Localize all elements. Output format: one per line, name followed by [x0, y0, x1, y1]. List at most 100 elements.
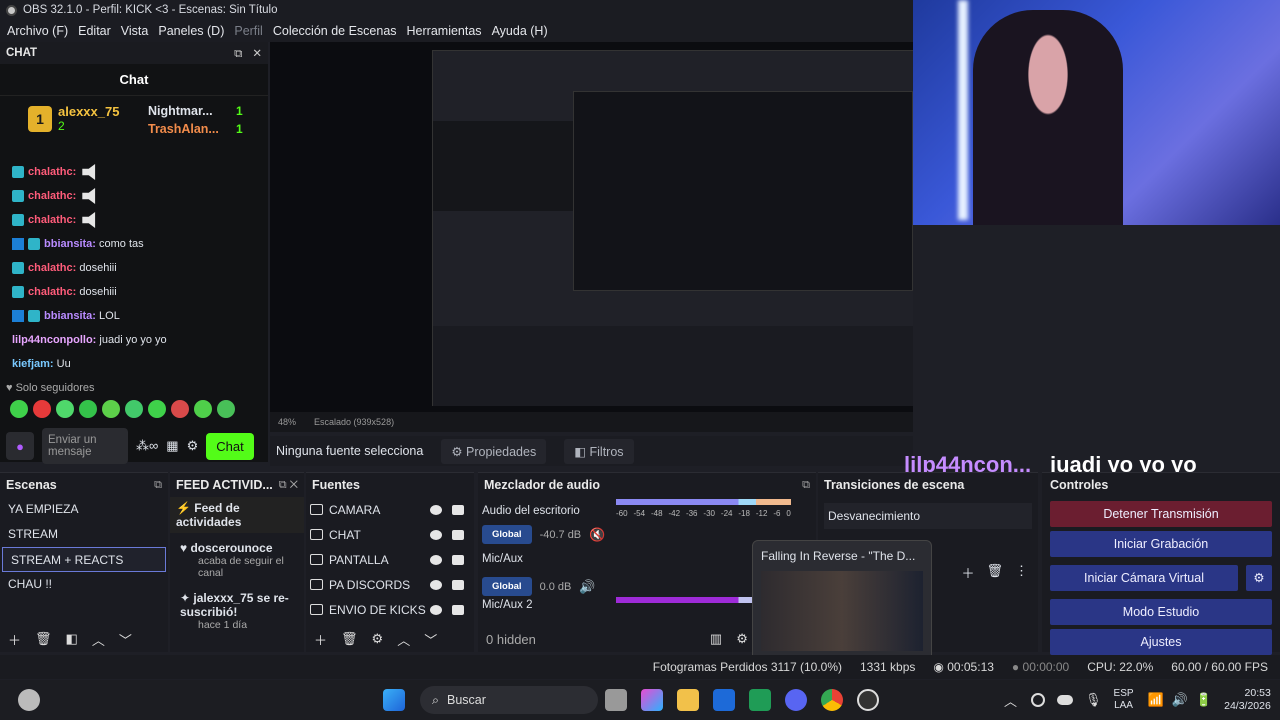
emote-icon[interactable]	[102, 400, 120, 418]
studio-mode-button[interactable]: Modo Estudio	[1050, 599, 1272, 625]
up-icon[interactable]: ︿	[397, 630, 410, 649]
language-indicator[interactable]: ESP LAA	[1114, 688, 1134, 712]
emote-icon[interactable]	[171, 400, 189, 418]
lock-icon[interactable]	[452, 604, 464, 615]
menu-paneles[interactable]: Paneles (D)	[153, 24, 229, 38]
source-item[interactable]: CAMARA	[306, 497, 474, 522]
mic-icon[interactable]: ●	[6, 432, 34, 460]
message-user[interactable]: bbiansita:	[44, 310, 96, 322]
menu-herramientas[interactable]: Herramientas	[402, 24, 487, 38]
windows-start-icon[interactable]	[383, 689, 405, 711]
menu-editar[interactable]: Editar	[73, 24, 116, 38]
settings-button[interactable]: Ajustes	[1050, 629, 1272, 655]
lock-icon[interactable]	[452, 504, 464, 515]
clock[interactable]: 20:53 24/3/2026	[1224, 687, 1271, 713]
float-icon[interactable]: ⧉	[154, 479, 162, 492]
store-icon[interactable]	[713, 689, 735, 711]
chrome-icon[interactable]	[821, 689, 843, 711]
tray-chevron-icon[interactable]: ︿	[1004, 691, 1017, 710]
eye-icon[interactable]	[430, 604, 442, 615]
message-user[interactable]: chalathc:	[28, 262, 76, 274]
obs-taskbar-icon[interactable]	[857, 689, 879, 711]
add-icon[interactable]: ＋	[961, 563, 974, 582]
tray-sync-icon[interactable]	[1031, 693, 1046, 707]
message-user[interactable]: chalathc:	[28, 166, 76, 178]
lock-icon[interactable]	[452, 529, 464, 540]
global-button[interactable]: Global	[482, 525, 532, 544]
gear-icon[interactable]: ⚙	[372, 631, 384, 647]
message-user[interactable]: chalathc:	[28, 286, 76, 298]
eye-icon[interactable]	[430, 579, 442, 590]
emote-icon[interactable]	[33, 400, 51, 418]
copilot-icon[interactable]	[641, 689, 663, 711]
source-item[interactable]: CHAT	[306, 522, 474, 547]
emoji-icon[interactable]: ⁂∞	[136, 438, 158, 454]
emote-icon[interactable]	[194, 400, 212, 418]
emote-icon[interactable]	[148, 400, 166, 418]
discord-icon[interactable]	[785, 689, 807, 711]
lock-icon[interactable]	[452, 579, 464, 590]
trash-icon[interactable]: 🗑	[35, 631, 52, 647]
float-icon[interactable]: ⧉	[802, 479, 810, 492]
scene-item[interactable]: CHAU !!	[0, 572, 168, 597]
menu-ayuda[interactable]: Ayuda (H)	[487, 24, 553, 38]
chat-send-button[interactable]: Chat	[206, 432, 254, 460]
add-icon[interactable]: ＋	[8, 630, 21, 649]
eye-icon[interactable]	[430, 504, 442, 515]
scene-item[interactable]: STREAM	[0, 522, 168, 547]
virtual-camera-button[interactable]: Iniciar Cámara Virtual	[1050, 565, 1238, 591]
message-user[interactable]: chalathc:	[28, 214, 76, 226]
menu-vista[interactable]: Vista	[116, 24, 154, 38]
speaker-icon[interactable]: 🔊	[579, 579, 595, 595]
mixer-settings-icon[interactable]: ⚙	[736, 631, 748, 647]
lock-icon[interactable]	[452, 554, 464, 565]
message-user[interactable]: chalathc:	[28, 190, 76, 202]
eye-icon[interactable]	[430, 529, 442, 540]
scene-item[interactable]: YA EMPIEZA	[0, 497, 168, 522]
close-icon[interactable]: ✕	[252, 48, 262, 60]
mute-icon[interactable]: 🔇	[589, 527, 605, 543]
properties-button[interactable]: ⚙ Propiedades	[441, 438, 547, 464]
down-icon[interactable]: ﹀	[119, 630, 132, 649]
menu-coleccion[interactable]: Colección de Escenas	[268, 24, 402, 38]
float-icon[interactable]: ⧉	[234, 48, 242, 60]
emote-icon[interactable]	[56, 400, 74, 418]
emote-icon[interactable]	[125, 400, 143, 418]
volume-icon[interactable]: 🔊	[1172, 692, 1188, 708]
emote-icon[interactable]	[217, 400, 235, 418]
file-explorer-icon[interactable]	[677, 689, 699, 711]
more-icon[interactable]: ⋮	[1015, 563, 1028, 582]
emote-icon[interactable]	[79, 400, 97, 418]
stop-stream-button[interactable]: Detener Transmisión	[1050, 501, 1272, 527]
up-icon[interactable]: ︿	[92, 630, 105, 649]
store-icon[interactable]: ▦	[166, 438, 178, 454]
layout-icon[interactable]: ▥	[710, 631, 722, 647]
wifi-icon[interactable]: 📶	[1148, 692, 1164, 708]
filters-button[interactable]: ◧ Filtros	[564, 438, 634, 464]
source-item[interactable]: PA DISCORDS	[306, 572, 474, 597]
source-item[interactable]: PANTALLA	[306, 547, 474, 572]
weather-icon[interactable]	[18, 689, 40, 711]
add-icon[interactable]: ＋	[314, 630, 327, 649]
source-item[interactable]: ENVIO DE KICKS	[306, 597, 474, 622]
taskbar-preview-popup[interactable]: Falling In Reverse - "The D...	[752, 540, 932, 666]
message-user[interactable]: bbiansita:	[44, 238, 96, 250]
taskbar-search[interactable]: ⌕ Buscar	[420, 686, 598, 714]
spreadsheet-icon[interactable]	[749, 689, 771, 711]
task-view-icon[interactable]	[605, 689, 627, 711]
emote-icon[interactable]	[10, 400, 28, 418]
settings-icon[interactable]: ⚙	[187, 438, 199, 454]
down-icon[interactable]: ﹀	[424, 630, 437, 649]
global-button[interactable]: Global	[482, 577, 532, 596]
start-recording-button[interactable]: Iniciar Grabación	[1050, 531, 1272, 557]
eye-icon[interactable]	[430, 554, 442, 565]
chat-input[interactable]: Enviar un mensaje	[42, 428, 128, 464]
tray-mic-icon[interactable]: 🎙	[1085, 692, 1102, 708]
tray-cloud-icon[interactable]	[1057, 695, 1074, 705]
scene-item-selected[interactable]: STREAM + REACTS	[2, 547, 166, 572]
battery-icon[interactable]: 🔋	[1196, 692, 1212, 708]
virtual-camera-settings-icon[interactable]: ⚙	[1246, 565, 1272, 591]
filter-icon[interactable]: ◧	[66, 631, 78, 647]
message-user[interactable]: lilp44nconpollo:	[12, 334, 96, 346]
preview-canvas[interactable]	[270, 42, 1059, 412]
